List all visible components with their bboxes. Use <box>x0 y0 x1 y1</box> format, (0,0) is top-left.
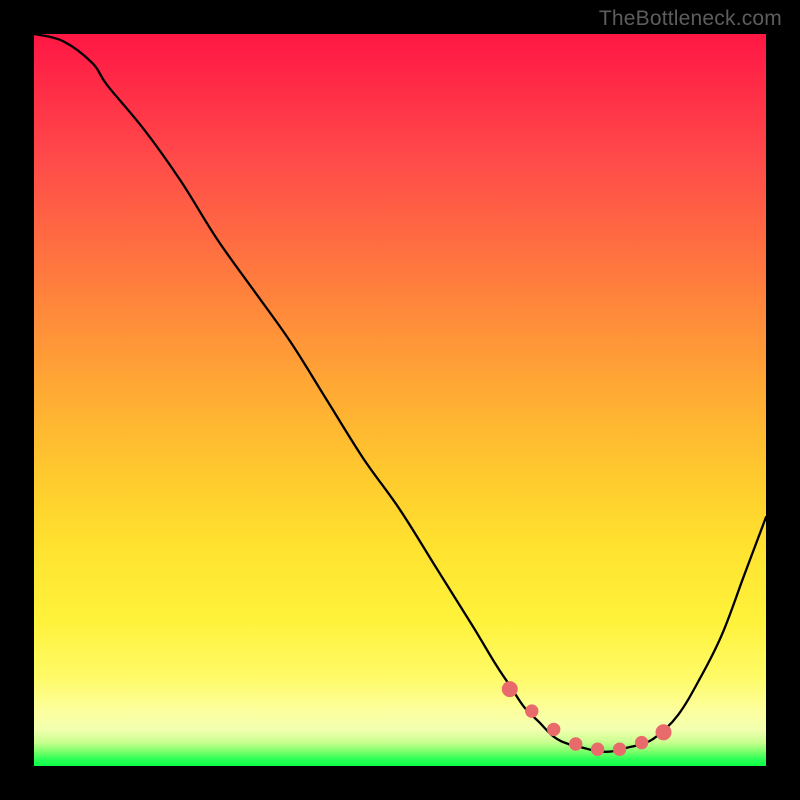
watermark-text: TheBottleneck.com <box>599 7 782 31</box>
plot-area <box>34 34 766 766</box>
chart-frame: TheBottleneck.com <box>0 0 800 800</box>
optimal-dot <box>635 736 647 748</box>
bottleneck-curve <box>34 34 766 752</box>
optimal-dot <box>548 723 560 735</box>
optimal-dot <box>526 705 538 717</box>
optimal-dot <box>570 738 582 750</box>
optimal-dot <box>656 725 671 740</box>
optimal-dot <box>591 743 603 755</box>
optimal-dot <box>502 682 517 697</box>
curve-layer <box>34 34 766 766</box>
optimal-range-dots <box>502 682 671 756</box>
optimal-dot <box>613 743 625 755</box>
